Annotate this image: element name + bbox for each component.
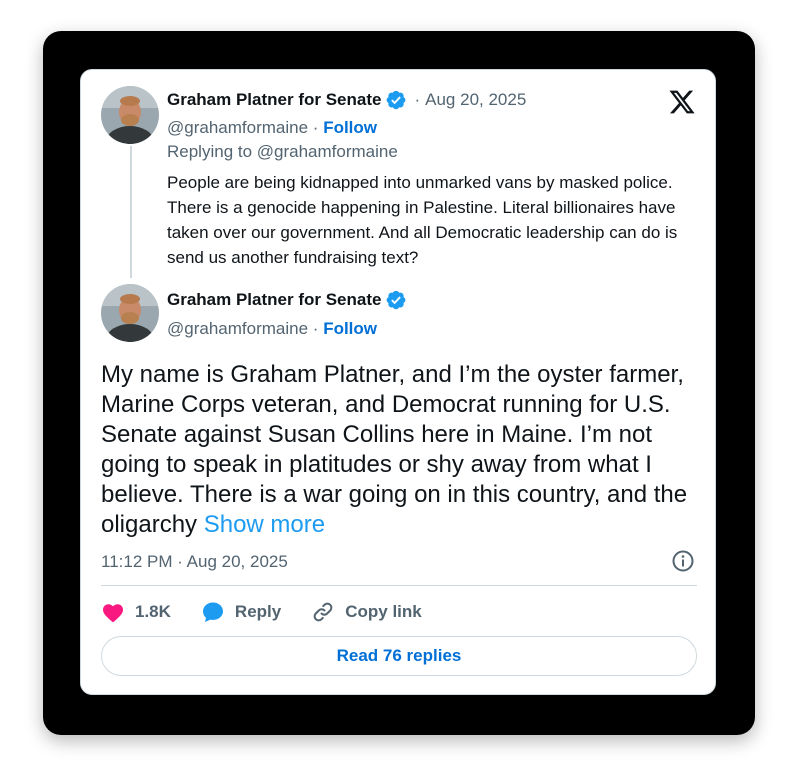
x-logo-icon[interactable] bbox=[667, 88, 697, 116]
info-icon[interactable] bbox=[671, 549, 695, 573]
action-bar: 1.8K Reply Copy link bbox=[101, 598, 452, 626]
like-count: 1.8K bbox=[135, 602, 171, 621]
divider bbox=[101, 585, 697, 586]
parent-author-row: Graham Platner for Senate · Aug 20, 2025 bbox=[167, 89, 526, 111]
main-tweet-text: My name is Graham Platner, and I’m the o… bbox=[101, 360, 701, 540]
link-icon bbox=[313, 602, 333, 622]
read-replies-button[interactable]: Read 76 replies bbox=[101, 636, 697, 676]
avatar[interactable] bbox=[101, 284, 159, 342]
separator: · bbox=[414, 90, 421, 109]
main-author-row: Graham Platner for Senate bbox=[167, 289, 407, 311]
follow-button[interactable]: Follow bbox=[323, 118, 377, 137]
handle[interactable]: @grahamformaine bbox=[167, 118, 308, 137]
speech-bubble-icon bbox=[202, 602, 223, 622]
outer-frame: Graham Platner for Senate · Aug 20, 2025… bbox=[43, 31, 755, 735]
tweet-body: My name is Graham Platner, and I’m the o… bbox=[101, 361, 688, 538]
tweet-timestamp[interactable]: 11:12 PM · Aug 20, 2025 bbox=[101, 552, 288, 572]
verified-badge-icon bbox=[387, 290, 406, 310]
author-name[interactable]: Graham Platner for Senate bbox=[167, 90, 381, 110]
reply-button[interactable]: Reply bbox=[201, 600, 281, 624]
tweet-date[interactable]: Aug 20, 2025 bbox=[425, 90, 526, 110]
copy-link-label: Copy link bbox=[345, 602, 422, 621]
like-button[interactable]: 1.8K bbox=[101, 601, 171, 623]
separator: · bbox=[312, 118, 319, 137]
handle[interactable]: @grahamformaine bbox=[167, 319, 308, 338]
verified-badge-icon bbox=[387, 90, 406, 110]
replying-to[interactable]: Replying to @grahamformaine bbox=[167, 142, 398, 162]
tweet-embed-card: Graham Platner for Senate · Aug 20, 2025… bbox=[80, 69, 716, 695]
parent-handle-row: @grahamformaine · Follow bbox=[167, 118, 377, 138]
reply-label: Reply bbox=[234, 602, 282, 621]
follow-button[interactable]: Follow bbox=[323, 319, 377, 338]
separator: · bbox=[312, 319, 319, 338]
parent-tweet-text: People are being kidnapped into unmarked… bbox=[167, 173, 678, 267]
show-more-link[interactable]: Show more bbox=[204, 511, 325, 538]
heart-icon bbox=[103, 604, 123, 623]
avatar[interactable] bbox=[101, 86, 159, 144]
author-name[interactable]: Graham Platner for Senate bbox=[167, 290, 381, 310]
copy-link-button[interactable]: Copy link bbox=[311, 600, 422, 624]
thread-connector bbox=[130, 146, 132, 278]
main-handle-row: @grahamformaine · Follow bbox=[167, 319, 377, 339]
